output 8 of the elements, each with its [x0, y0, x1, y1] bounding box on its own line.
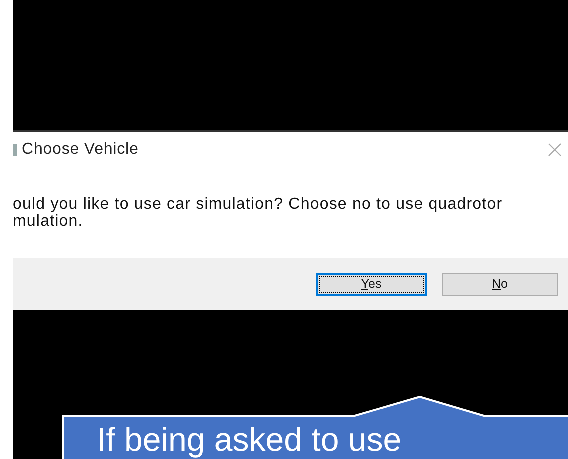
window-title: Choose Vehicle	[22, 140, 139, 160]
message-text: mulation.	[13, 213, 84, 230]
close-icon[interactable]	[548, 143, 562, 157]
callout-text: If being asked to use	[97, 423, 402, 456]
dialog-button[interactable]: Yes	[316, 272, 427, 296]
dialog-button[interactable]: No	[442, 272, 558, 296]
message-text: ould you like to use car simulation? Choose no to use quadrotor	[13, 196, 504, 213]
app-icon	[13, 144, 17, 156]
